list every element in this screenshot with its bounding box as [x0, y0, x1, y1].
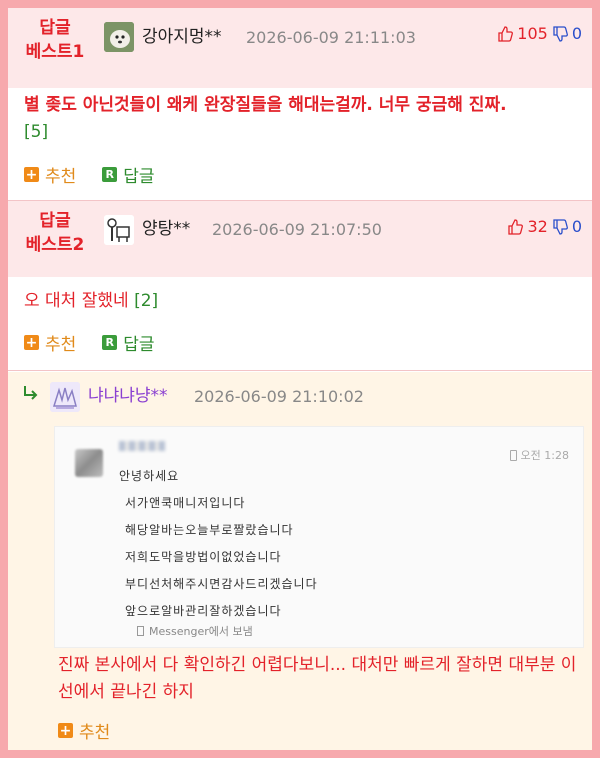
attached-screenshot[interactable]: 오전 1:28 안녕하세요 서가앤쿡매니저입니다 해당알바는오늘부로짤랐습니다 …	[54, 426, 584, 648]
comment-actions: + 추천	[58, 718, 110, 743]
thumbs-up-icon[interactable]	[507, 219, 524, 235]
comment-header: 답글 베스트1 강아지멍** 2026-06-09 21:11:03 105 0	[8, 8, 592, 88]
comment-actions: + 추천 R 답글	[24, 162, 155, 187]
reply-button[interactable]: R 답글	[102, 162, 155, 187]
comment-text: 별 좆도 아닌것들이 왜케 완장질들을 해대는걸까. 너무 궁금해 진짜. [5…	[24, 92, 580, 146]
blurred-avatar	[75, 449, 103, 477]
upvote-count: 32	[527, 217, 548, 236]
nickname[interactable]: 강아지멍**	[142, 25, 222, 49]
best-badge-line2: 베스트1	[25, 42, 85, 62]
avatar[interactable]	[104, 22, 134, 52]
message-line: 서가앤쿡매니저입니다	[125, 496, 246, 510]
nickname[interactable]: 양탕**	[142, 217, 190, 241]
upvote-count: 105	[517, 24, 548, 43]
message-line: 부디선처해주시면감사드리겠습니다	[125, 577, 318, 591]
downvote-count: 0	[571, 24, 582, 43]
downvote-count: 0	[571, 217, 582, 236]
comment-header: 답글 베스트2 양탕** 2026-06-09 21:07:50 32 0	[8, 201, 592, 277]
comment-text: 오 대처 잘했네 [2]	[24, 288, 580, 315]
comment-body: 별 좆도 아닌것들이 왜케 완장질들을 해대는걸까. 너무 궁금해 진짜.	[24, 95, 507, 115]
best-badge-line1: 답글	[39, 211, 71, 231]
reply-r-icon: R	[102, 335, 118, 350]
message-time: 오전 1:28	[509, 447, 569, 463]
reply-label: 답글	[123, 167, 155, 187]
device-icon	[137, 626, 144, 636]
recommend-button[interactable]: + 추천	[58, 718, 110, 743]
blurred-sender-name	[119, 441, 165, 451]
best-badge: 답글 베스트2	[20, 209, 90, 257]
recommend-button[interactable]: + 추천	[24, 330, 76, 355]
message-time-text: 오전 1:28	[520, 449, 569, 462]
vote-box: 32 0	[507, 215, 582, 239]
best-badge-line2: 베스트2	[25, 235, 85, 255]
message-footer: Messenger에서 보냄	[137, 623, 253, 639]
reply-r-icon: R	[102, 167, 118, 182]
avatar[interactable]	[104, 215, 134, 245]
best-badge: 답글 베스트1	[20, 16, 90, 64]
comment-body: 오 대처 잘했네	[24, 291, 129, 311]
message-footer-text: Messenger에서 보냄	[149, 625, 253, 638]
reply-arrow-icon	[22, 384, 40, 406]
avatar[interactable]	[50, 382, 80, 412]
reply-comment: 냐냐냐냥** 2026-06-09 21:10:02 오전 1:28 안녕하세요…	[8, 372, 592, 750]
plus-icon: +	[24, 166, 39, 183]
recommend-label: 추천	[45, 167, 77, 187]
comment-date: 2026-06-09 21:07:50	[212, 220, 382, 239]
phone-icon	[509, 449, 517, 461]
thumbs-down-icon[interactable]	[552, 219, 568, 235]
plus-icon: +	[58, 722, 73, 739]
best-badge-line1: 답글	[39, 18, 71, 38]
comment-actions: + 추천 R 답글	[24, 330, 155, 355]
reply-count[interactable]: [2]	[134, 291, 158, 311]
recommend-button[interactable]: + 추천	[24, 162, 76, 187]
nickname[interactable]: 냐냐냐냥**	[88, 384, 168, 408]
plus-icon: +	[24, 334, 39, 351]
message-lines: 안녕하세요 서가앤쿡매니저입니다 해당알바는오늘부로짤랐습니다 저희도막을방법이…	[119, 463, 318, 625]
reply-label: 답글	[123, 335, 155, 355]
thumbs-down-icon[interactable]	[552, 26, 568, 42]
recommend-label: 추천	[45, 335, 77, 355]
message-line: 저희도막을방법이없었습니다	[125, 550, 282, 564]
vote-box: 105 0	[497, 22, 582, 46]
thumbs-up-icon[interactable]	[497, 26, 514, 42]
comment-date: 2026-06-09 21:11:03	[246, 28, 416, 47]
comment-text: 진짜 본사에서 다 확인하긴 어렵다보니... 대처만 빠르게 잘하면 대부분 …	[58, 655, 577, 702]
comment-date: 2026-06-09 21:10:02	[194, 387, 364, 406]
recommend-label: 추천	[79, 723, 111, 743]
reply-button[interactable]: R 답글	[102, 330, 155, 355]
message-line: 해당알바는오늘부로짤랐습니다	[125, 523, 294, 537]
message-line: 안녕하세요	[119, 469, 180, 483]
divider	[8, 370, 592, 371]
reply-count[interactable]: [5]	[24, 122, 48, 142]
message-line: 앞으로알바관리잘하겠습니다	[125, 604, 282, 618]
comment-list: 답글 베스트1 강아지멍** 2026-06-09 21:11:03 105 0	[8, 8, 592, 750]
